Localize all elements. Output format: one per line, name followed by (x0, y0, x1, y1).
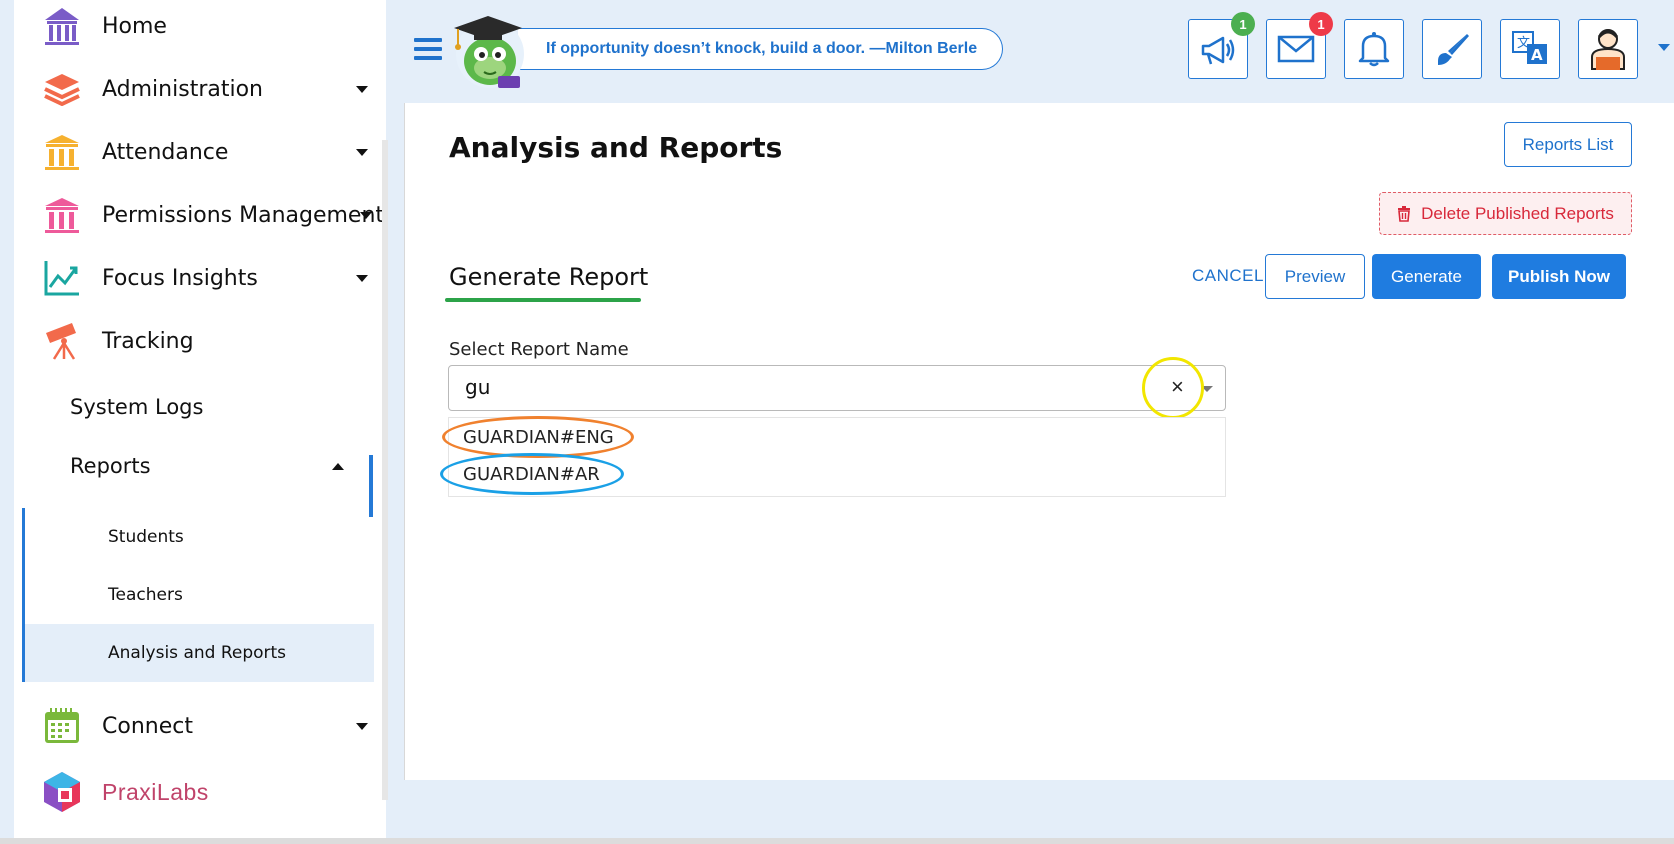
report-name-select[interactable]: × (448, 365, 1226, 411)
sidebar-item-label: Administration (102, 76, 263, 102)
praxilabs-label: PraxiLabs (102, 778, 209, 805)
sidebar-item-praxilabs[interactable]: PraxiLabs (14, 762, 386, 822)
brush-icon (1438, 34, 1469, 65)
trash-icon (1398, 205, 1411, 222)
sidebar-item-tracking[interactable]: Tracking (14, 311, 386, 371)
columns-icon (42, 195, 82, 235)
profile-menu-chevron-icon[interactable] (1658, 44, 1670, 51)
sidebar-item-administration[interactable]: Administration (14, 59, 386, 119)
chart-icon (42, 258, 82, 298)
sidebar-item-label: Home (102, 13, 167, 39)
sidebar-item-label: Connect (102, 713, 193, 739)
option-guardian-eng[interactable]: GUARDIAN#ENG (449, 418, 1225, 456)
sidebar-item-system-logs[interactable]: System Logs (14, 381, 386, 433)
calendar-icon (42, 706, 82, 746)
main-card: Analysis and Reports Reports List Delete… (404, 103, 1674, 780)
mascot-logo (438, 6, 534, 90)
bell-icon (1358, 32, 1390, 67)
sidebar-item-label: Permissions Management (102, 202, 385, 228)
chevron-down-icon[interactable] (1201, 386, 1213, 392)
svg-text:A: A (1531, 46, 1543, 64)
sidebar-item-teachers[interactable]: Teachers (22, 566, 374, 624)
sidebar-item-analysis-and-reports[interactable]: Analysis and Reports (22, 624, 374, 682)
reports-list-button[interactable]: Reports List (1504, 122, 1632, 167)
sidebar-item-label: Focus Insights (102, 265, 258, 291)
chevron-down-icon (356, 85, 368, 93)
publish-now-button[interactable]: Publish Now (1492, 254, 1626, 299)
section-title: Generate Report (449, 263, 649, 291)
report-name-search-input[interactable] (465, 375, 1065, 399)
section-underline (445, 298, 641, 302)
quote-text: If opportunity doesn’t knock, build a do… (546, 40, 978, 57)
chevron-down-icon (356, 274, 368, 282)
messages-badge: 1 (1309, 12, 1333, 36)
layers-icon (42, 69, 82, 109)
sidebar-item-label: Analysis and Reports (108, 643, 287, 663)
praxilabs-logo-icon (42, 772, 82, 812)
option-guardian-ar[interactable]: GUARDIAN#AR (449, 455, 1225, 493)
active-section-indicator (369, 455, 373, 517)
chevron-up-icon (332, 462, 344, 470)
sidebar-item-label: Students (108, 527, 184, 547)
columns-icon (42, 132, 82, 172)
sidebar-item-label: Attendance (102, 139, 229, 165)
bottom-scrollbar[interactable] (0, 838, 1674, 844)
theme-button[interactable] (1422, 19, 1482, 79)
home-icon (42, 6, 82, 46)
announcements-badge: 1 (1231, 12, 1255, 36)
telescope-icon (42, 321, 82, 361)
sidebar-item-connect[interactable]: Connect (14, 696, 386, 756)
sidebar-item-focus-insights[interactable]: Focus Insights (14, 248, 386, 308)
sidebar-item-attendance[interactable]: Attendance (14, 122, 386, 182)
sidebar-item-label: Teachers (108, 585, 183, 605)
chevron-down-icon (360, 211, 372, 219)
notifications-button[interactable] (1344, 19, 1404, 79)
sidebar-item-permissions-management[interactable]: Permissions Management (14, 185, 386, 245)
mail-icon (1277, 35, 1315, 63)
profile-button[interactable] (1578, 19, 1638, 79)
report-name-label: Select Report Name (449, 339, 629, 360)
chevron-down-icon (356, 148, 368, 156)
sidebar-scrollbar[interactable] (382, 140, 388, 800)
sidebar-item-reports[interactable]: Reports (14, 440, 386, 492)
sidebar-item-home[interactable]: Home (14, 0, 386, 56)
delete-published-reports-button[interactable]: Delete Published Reports (1379, 192, 1632, 235)
sidebar-item-label: Tracking (102, 328, 194, 354)
messages-button[interactable]: 1 (1266, 12, 1333, 79)
sidebar-item-students[interactable]: Students (22, 508, 374, 566)
report-options-dropdown: GUARDIAN#ENG GUARDIAN#AR (448, 417, 1226, 497)
generate-button[interactable]: Generate (1372, 254, 1481, 299)
sidebar-item-label: Reports (70, 454, 151, 478)
chevron-down-icon (356, 722, 368, 730)
language-button[interactable]: 文A (1500, 19, 1560, 79)
sidebar-item-label: System Logs (70, 395, 204, 419)
delete-published-label: Delete Published Reports (1421, 203, 1614, 223)
preview-button[interactable]: Preview (1265, 254, 1365, 299)
clear-icon[interactable]: × (1171, 374, 1184, 400)
announcements-button[interactable]: 1 (1188, 12, 1255, 79)
translate-icon: 文A (1512, 31, 1547, 64)
megaphone-icon (1201, 36, 1235, 65)
quote-banner: If opportunity doesn’t knock, build a do… (518, 28, 1003, 70)
sidebar: Home Administration Attendance Permissio… (14, 0, 386, 838)
teacher-avatar-icon (1591, 29, 1625, 70)
page-title: Analysis and Reports (449, 131, 783, 164)
